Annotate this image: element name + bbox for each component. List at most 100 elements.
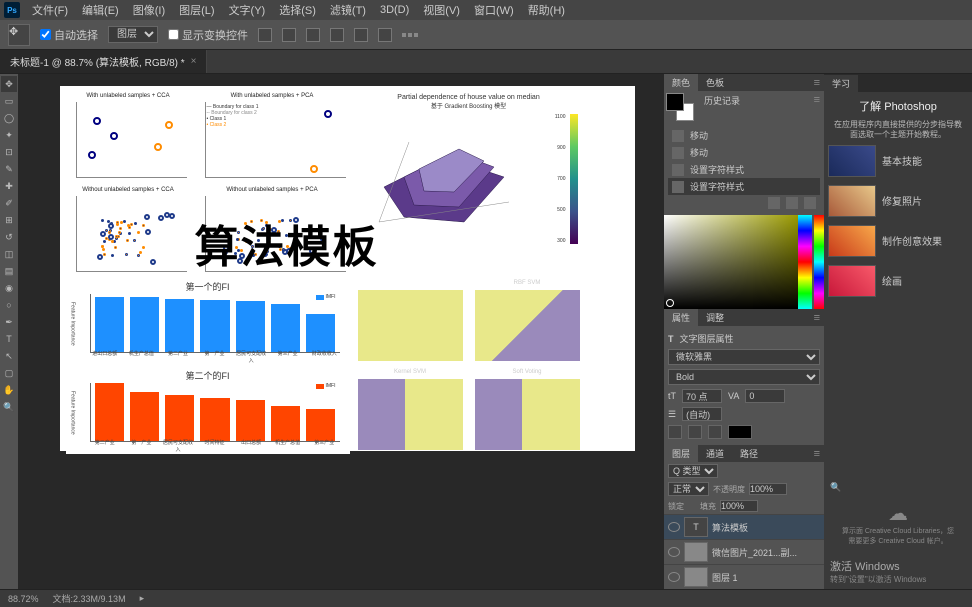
sv-field[interactable] (664, 215, 798, 309)
tab-layers[interactable]: 图层 (664, 445, 698, 462)
align-icon[interactable] (282, 28, 296, 42)
blur-tool[interactable]: ◉ (1, 280, 17, 296)
brush-tool[interactable]: ✐ (1, 195, 17, 211)
tool-preset-button[interactable]: ✥ (8, 24, 30, 46)
tab-adjustments[interactable]: 调整 (698, 309, 732, 326)
tab-channels[interactable]: 通道 (698, 445, 732, 462)
chevron-right-icon[interactable]: ▸ (140, 593, 145, 604)
eraser-tool[interactable]: ◫ (1, 246, 17, 262)
close-tab-icon[interactable]: × (191, 56, 197, 67)
hue-slider[interactable] (798, 215, 812, 309)
layer-row[interactable]: 图层 1 (664, 564, 824, 589)
blend-mode-select[interactable]: 正常 (668, 482, 709, 496)
menu-filter[interactable]: 滤镜(T) (324, 0, 372, 20)
learn-item-creative[interactable]: 制作创意效果 (824, 221, 972, 261)
document-tab[interactable]: 未标题-1 @ 88.7% (算法模板, RGB/8) * × (0, 50, 207, 73)
visibility-icon[interactable] (668, 547, 680, 557)
show-transform-checkbox[interactable]: 显示变换控件 (168, 27, 248, 43)
lasso-tool[interactable]: ◯ (1, 110, 17, 126)
menu-window[interactable]: 窗口(W) (468, 0, 520, 20)
crop-tool[interactable]: ⊡ (1, 144, 17, 160)
history-brush-tool[interactable]: ↺ (1, 229, 17, 245)
layer-row[interactable]: T 算法模板 (664, 514, 824, 539)
move-tool[interactable]: ✥ (1, 76, 17, 92)
tab-learn[interactable]: 学习 (824, 75, 858, 92)
menu-layer[interactable]: 图层(L) (173, 0, 220, 20)
align-icon[interactable] (258, 28, 272, 42)
text-color-swatch[interactable] (728, 425, 752, 439)
align-center-icon[interactable] (688, 425, 702, 439)
leading-input[interactable] (682, 407, 722, 421)
learn-item-basic[interactable]: 基本技能 (824, 141, 972, 181)
history-item[interactable]: 设置字符样式 (668, 161, 820, 178)
type-tool[interactable]: T (1, 331, 17, 347)
snapshot-icon[interactable] (768, 197, 780, 209)
menu-select[interactable]: 选择(S) (273, 0, 322, 20)
panel-menu-icon[interactable]: ≡ (810, 312, 824, 324)
auto-select-checkbox[interactable]: 自动选择 (40, 27, 98, 43)
wand-tool[interactable]: ✦ (1, 127, 17, 143)
document-canvas[interactable]: With unlabeled samples + CCA With unlabe… (60, 86, 635, 451)
learn-item-repair[interactable]: 修复照片 (824, 181, 972, 221)
sv-cursor[interactable] (666, 299, 674, 307)
hand-tool[interactable]: ✋ (1, 382, 17, 398)
marquee-tool[interactable]: ▭ (1, 93, 17, 109)
stamp-tool[interactable]: ⊞ (1, 212, 17, 228)
layer-name[interactable]: 图层 1 (712, 571, 738, 584)
layer-name[interactable]: 算法模板 (712, 521, 748, 534)
spectrum-slider[interactable] (814, 215, 824, 309)
heal-tool[interactable]: ✚ (1, 178, 17, 194)
tracking-input[interactable] (745, 389, 785, 403)
menu-help[interactable]: 帮助(H) (522, 0, 571, 20)
zoom-level[interactable]: 88.72% (8, 594, 39, 604)
fg-bg-swatch[interactable] (666, 93, 694, 121)
new-doc-icon[interactable] (786, 197, 798, 209)
eyedropper-tool[interactable]: ✎ (1, 161, 17, 177)
menu-image[interactable]: 图像(I) (127, 0, 171, 20)
more-icon[interactable] (402, 33, 418, 37)
font-family-select[interactable]: 微软雅黑 (668, 349, 820, 365)
layer-row[interactable]: 微信图片_2021...副... (664, 539, 824, 564)
shape-tool[interactable]: ▢ (1, 365, 17, 381)
menu-edit[interactable]: 编辑(E) (76, 0, 125, 20)
tab-properties[interactable]: 属性 (664, 309, 698, 326)
history-item[interactable]: 移动 (668, 127, 820, 144)
distribute-icon[interactable] (354, 28, 368, 42)
trash-icon[interactable] (804, 197, 816, 209)
library-search[interactable]: 🔍 (824, 482, 972, 493)
tab-history[interactable]: 历史记录 (696, 92, 748, 109)
tab-swatches[interactable]: 色板 (698, 74, 732, 91)
align-left-icon[interactable] (668, 425, 682, 439)
visibility-icon[interactable] (668, 522, 680, 532)
color-picker[interactable] (664, 215, 824, 309)
fill-input[interactable] (720, 500, 758, 512)
layer-filter-select[interactable]: Q 类型 (668, 464, 718, 478)
distribute-icon[interactable] (330, 28, 344, 42)
visibility-icon[interactable] (668, 572, 680, 582)
fg-color[interactable] (666, 93, 684, 111)
panel-menu-icon[interactable]: ≡ (810, 448, 824, 460)
menu-type[interactable]: 文字(Y) (223, 0, 272, 20)
layer-name[interactable]: 微信图片_2021...副... (712, 546, 797, 559)
canvas-area[interactable]: With unlabeled samples + CCA With unlabe… (18, 74, 664, 589)
auto-select-target[interactable]: 图层 (108, 26, 158, 43)
font-style-select[interactable]: Bold (668, 369, 820, 385)
learn-item-paint[interactable]: 绘画 (824, 261, 972, 301)
font-size-input[interactable] (682, 389, 722, 403)
tab-paths[interactable]: 路径 (732, 445, 766, 462)
align-icon[interactable] (306, 28, 320, 42)
history-item[interactable]: 设置字符样式 (668, 178, 820, 195)
document-info[interactable]: 文档:2.33M/9.13M (53, 592, 126, 605)
align-right-icon[interactable] (708, 425, 722, 439)
distribute-icon[interactable] (378, 28, 392, 42)
zoom-tool[interactable]: 🔍 (1, 399, 17, 415)
gradient-tool[interactable]: ▤ (1, 263, 17, 279)
tab-color[interactable]: 颜色 (664, 74, 698, 91)
panel-menu-icon[interactable]: ≡ (810, 94, 824, 106)
auto-select-input[interactable] (40, 29, 51, 40)
menu-file[interactable]: 文件(F) (26, 0, 74, 20)
menu-view[interactable]: 视图(V) (417, 0, 466, 20)
dodge-tool[interactable]: ○ (1, 297, 17, 313)
menu-3d[interactable]: 3D(D) (374, 2, 415, 18)
opacity-input[interactable] (749, 483, 787, 495)
